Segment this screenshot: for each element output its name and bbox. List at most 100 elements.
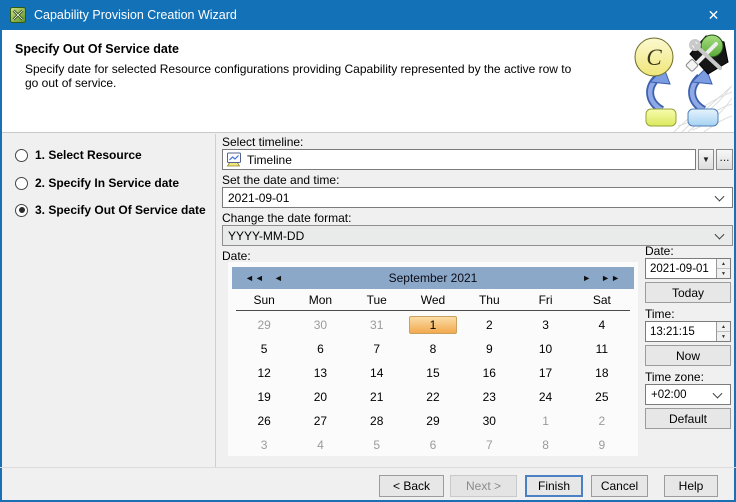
calendar-day[interactable]: 3 bbox=[517, 313, 573, 337]
chevron-down-icon bbox=[713, 388, 723, 398]
calendar-day[interactable]: 20 bbox=[292, 385, 348, 409]
calendar-day[interactable]: 22 bbox=[405, 385, 461, 409]
calendar-day[interactable]: 30 bbox=[292, 313, 348, 337]
calendar-day[interactable]: 21 bbox=[349, 385, 405, 409]
calendar-day[interactable]: 29 bbox=[236, 313, 292, 337]
calendar-day[interactable]: 25 bbox=[574, 385, 630, 409]
calendar-day[interactable]: 10 bbox=[517, 337, 573, 361]
calendar-day-header: Mon bbox=[292, 293, 348, 310]
calendar-day[interactable]: 2 bbox=[574, 409, 630, 433]
today-button[interactable]: Today bbox=[645, 282, 731, 303]
select-timeline-label: Select timeline: bbox=[222, 135, 303, 149]
datetime-combobox[interactable]: 2021-09-01 bbox=[222, 187, 733, 208]
spin-down-button[interactable]: ▼ bbox=[717, 332, 730, 341]
calendar-day-number: 1 bbox=[409, 316, 457, 334]
back-button[interactable]: < Back bbox=[379, 475, 444, 497]
calendar-header: ◄◄ ◄ September 2021 ► ►► bbox=[232, 267, 634, 289]
calendar-day[interactable]: 29 bbox=[405, 409, 461, 433]
finish-button[interactable]: Finish bbox=[525, 475, 583, 497]
calendar-day[interactable]: 9 bbox=[574, 433, 630, 457]
calendar-day[interactable]: 1 bbox=[517, 409, 573, 433]
calendar-day-number: 15 bbox=[409, 364, 457, 382]
next-button[interactable]: Next > bbox=[450, 475, 517, 497]
calendar-day[interactable]: 15 bbox=[405, 361, 461, 385]
titlebar[interactable]: Capability Provision Creation Wizard ✕ bbox=[0, 0, 736, 30]
now-button[interactable]: Now bbox=[645, 345, 731, 366]
calendar-day-number: 29 bbox=[240, 316, 288, 334]
app-icon bbox=[10, 7, 26, 23]
next-year-button[interactable]: ►► bbox=[601, 273, 621, 283]
next-month-button[interactable]: ► bbox=[582, 273, 592, 283]
date-spinner[interactable]: 2021-09-01 ▲ ▼ bbox=[645, 258, 731, 279]
step-radio-3[interactable]: 3. Specify Out Of Service date bbox=[15, 201, 206, 219]
close-button[interactable]: ✕ bbox=[691, 0, 736, 30]
calendar-day-number: 7 bbox=[353, 340, 401, 358]
step-radio-1[interactable]: 1. Select Resource bbox=[15, 146, 142, 164]
timezone-label: Time zone: bbox=[645, 370, 704, 384]
calendar-day-number: 5 bbox=[240, 340, 288, 358]
prev-month-button[interactable]: ◄ bbox=[274, 273, 284, 283]
timeline-dropdown-button[interactable]: ▼ bbox=[698, 149, 714, 170]
calendar-day[interactable]: 14 bbox=[349, 361, 405, 385]
cancel-button[interactable]: Cancel bbox=[591, 475, 648, 497]
calendar-month-year: September 2021 bbox=[284, 271, 583, 285]
calendar-day[interactable]: 28 bbox=[349, 409, 405, 433]
calendar-day[interactable]: 7 bbox=[461, 433, 517, 457]
step-radio-2[interactable]: 2. Specify In Service date bbox=[15, 174, 179, 192]
prev-year-button[interactable]: ◄◄ bbox=[245, 273, 265, 283]
page-title: Specify Out Of Service date bbox=[15, 42, 179, 56]
calendar-day-header: Tue bbox=[349, 293, 405, 310]
calendar-day[interactable]: 5 bbox=[236, 337, 292, 361]
calendar-day[interactable]: 19 bbox=[236, 385, 292, 409]
timezone-combobox[interactable]: +02:00 bbox=[645, 384, 731, 405]
radio-icon bbox=[15, 149, 28, 162]
date-format-combobox[interactable]: YYYY-MM-DD bbox=[222, 225, 733, 246]
calendar-day[interactable]: 4 bbox=[574, 313, 630, 337]
radio-icon bbox=[15, 204, 28, 217]
spin-up-button[interactable]: ▲ bbox=[717, 322, 730, 332]
calendar-day[interactable]: 6 bbox=[405, 433, 461, 457]
timeline-value: Timeline bbox=[242, 153, 292, 167]
calendar-day[interactable]: 8 bbox=[517, 433, 573, 457]
date-section-label: Date: bbox=[222, 249, 251, 263]
calendar-day[interactable]: 6 bbox=[292, 337, 348, 361]
calendar-day[interactable]: 12 bbox=[236, 361, 292, 385]
spin-down-button[interactable]: ▼ bbox=[717, 269, 730, 278]
calendar-day-number: 8 bbox=[522, 436, 570, 454]
calendar-day[interactable]: 5 bbox=[349, 433, 405, 457]
calendar-day-selected[interactable]: 1 bbox=[405, 313, 461, 337]
default-button[interactable]: Default bbox=[645, 408, 731, 429]
calendar-day[interactable]: 3 bbox=[236, 433, 292, 457]
calendar-day-number: 27 bbox=[296, 412, 344, 430]
calendar-day[interactable]: 7 bbox=[349, 337, 405, 361]
calendar-day-number: 1 bbox=[522, 412, 570, 430]
calendar-day-number: 20 bbox=[296, 388, 344, 406]
spinner-buttons: ▲ ▼ bbox=[716, 259, 730, 278]
calendar-day[interactable]: 2 bbox=[461, 313, 517, 337]
calendar-day[interactable]: 8 bbox=[405, 337, 461, 361]
calendar-day[interactable]: 30 bbox=[461, 409, 517, 433]
calendar-day[interactable]: 17 bbox=[517, 361, 573, 385]
calendar-day[interactable]: 27 bbox=[292, 409, 348, 433]
timeline-browse-button[interactable]: ... bbox=[716, 149, 733, 170]
step-label: 2. Specify In Service date bbox=[35, 176, 179, 190]
time-spinner-value: 13:21:15 bbox=[650, 326, 695, 338]
timeline-combobox[interactable]: Timeline bbox=[222, 149, 696, 170]
calendar-day[interactable]: 18 bbox=[574, 361, 630, 385]
calendar-day-number: 4 bbox=[296, 436, 344, 454]
help-button[interactable]: Help bbox=[664, 475, 718, 497]
calendar-day[interactable]: 23 bbox=[461, 385, 517, 409]
spin-up-button[interactable]: ▲ bbox=[717, 259, 730, 269]
calendar-day[interactable]: 13 bbox=[292, 361, 348, 385]
calendar-day-number: 3 bbox=[240, 436, 288, 454]
calendar-day[interactable]: 11 bbox=[574, 337, 630, 361]
calendar-day-number: 2 bbox=[465, 316, 513, 334]
time-spinner[interactable]: 13:21:15 ▲ ▼ bbox=[645, 321, 731, 342]
calendar-day[interactable]: 16 bbox=[461, 361, 517, 385]
calendar-day[interactable]: 31 bbox=[349, 313, 405, 337]
dropdown-arrow-icon: ▼ bbox=[702, 155, 710, 164]
calendar-day[interactable]: 24 bbox=[517, 385, 573, 409]
calendar-day[interactable]: 9 bbox=[461, 337, 517, 361]
calendar-day[interactable]: 4 bbox=[292, 433, 348, 457]
calendar-day[interactable]: 26 bbox=[236, 409, 292, 433]
